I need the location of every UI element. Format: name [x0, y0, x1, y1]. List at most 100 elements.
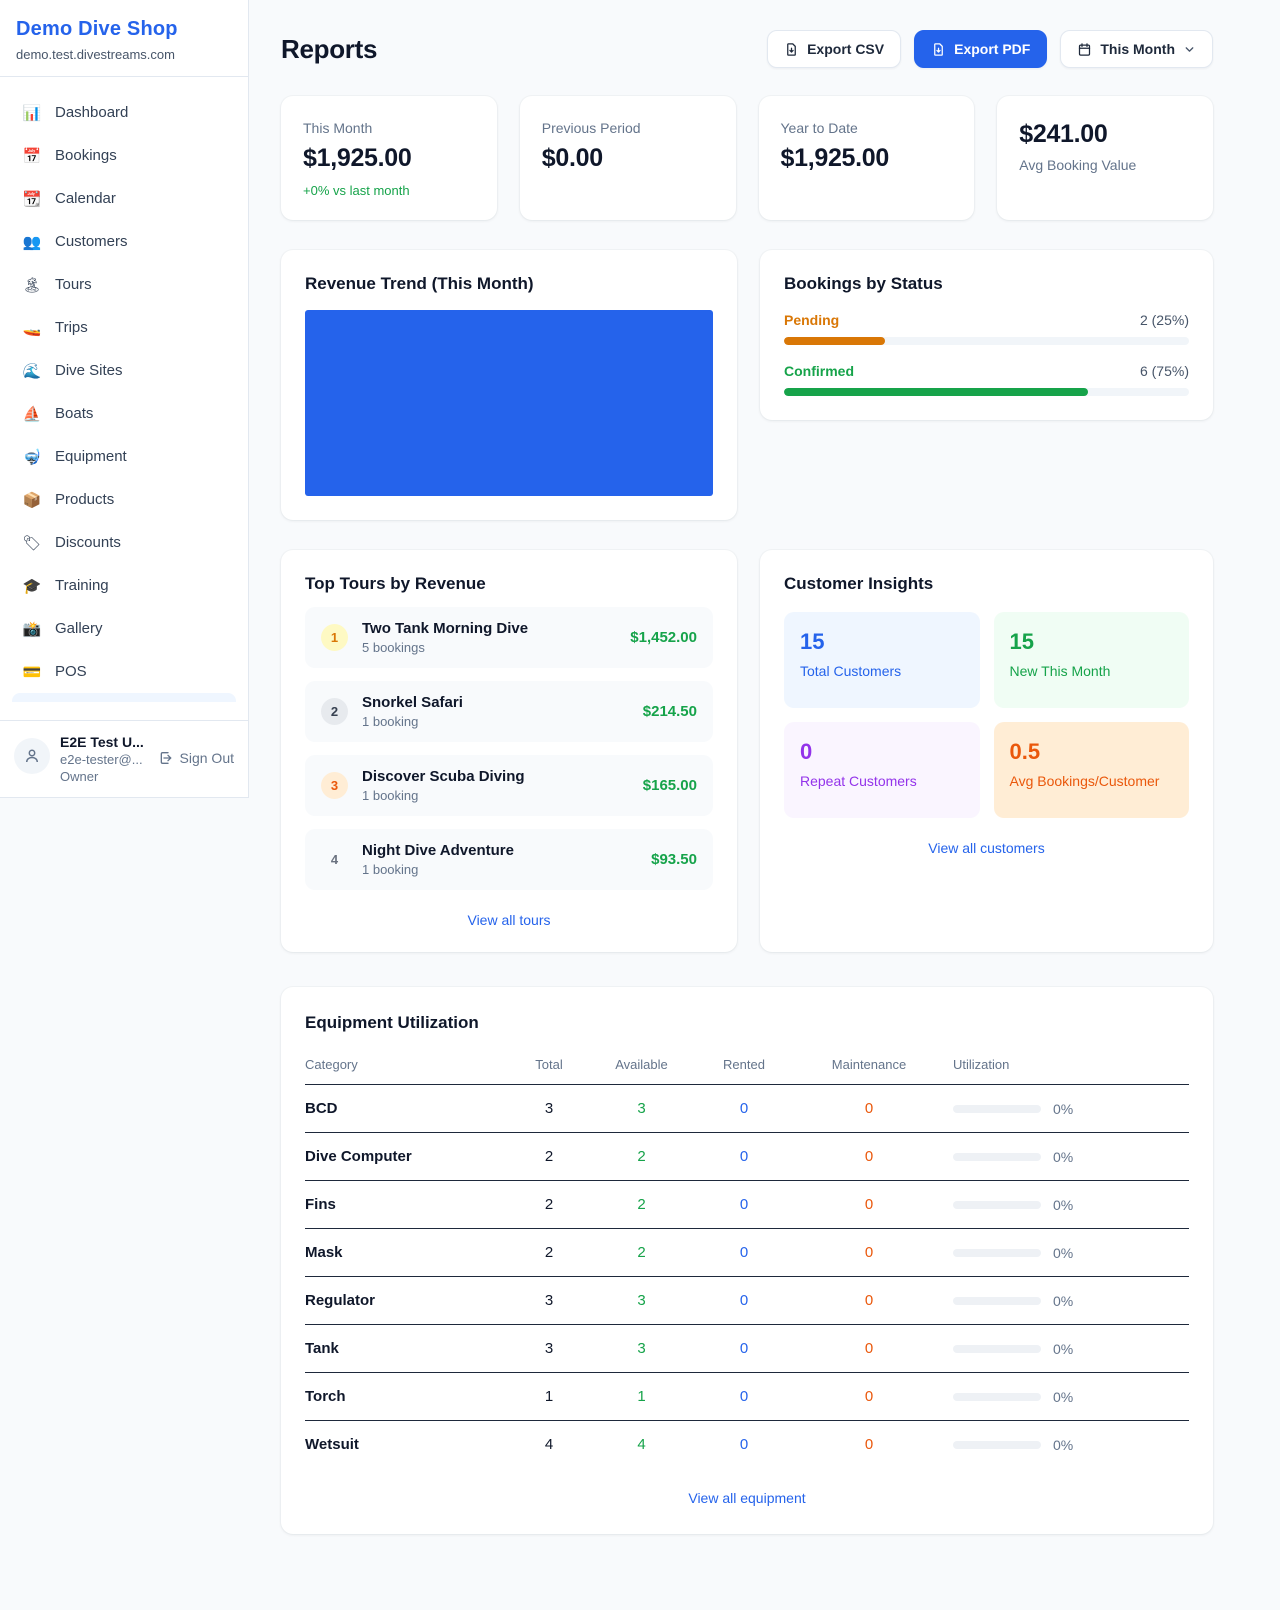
tour-revenue: $214.50	[643, 703, 697, 720]
export-csv-button[interactable]: Export CSV	[767, 30, 901, 68]
avatar	[14, 738, 50, 774]
insight-tile-new-this-month: 15 New This Month	[994, 612, 1190, 708]
sidebar-item-label: Tours	[55, 276, 92, 293]
insight-value: 15	[800, 629, 964, 655]
sign-out-label: Sign Out	[180, 750, 234, 766]
shop-name: Demo Dive Shop	[16, 18, 232, 41]
sign-out-button[interactable]: Sign Out	[158, 750, 234, 766]
tour-bookings: 1 booking	[362, 862, 637, 877]
sidebar-item-discounts[interactable]: 🏷 Discounts	[10, 521, 238, 564]
utilization-pct: 0%	[1053, 1437, 1073, 1453]
revenue-trend-card: Revenue Trend (This Month)	[281, 250, 737, 520]
credit-card-icon: 💳	[22, 663, 42, 681]
cell-category: BCD	[305, 1100, 504, 1117]
col-available: Available	[594, 1057, 689, 1072]
equipment-utilization-card: Equipment Utilization Category Total Ava…	[281, 987, 1213, 1534]
sidebar-item-tours[interactable]: 🏝 Tours	[10, 263, 238, 306]
sidebar-item-calendar[interactable]: 📆 Calendar	[10, 177, 238, 220]
user-email: e2e-tester@...	[60, 752, 148, 767]
status-row-pending: Pending 2 (25%)	[784, 312, 1189, 345]
tour-row: 3 Discover Scuba Diving 1 booking $165.0…	[305, 755, 713, 816]
view-all-equipment-link[interactable]: View all equipment	[305, 1490, 1189, 1506]
table-row: Fins 2 2 0 0 0%	[305, 1181, 1189, 1229]
utilization-bar	[953, 1201, 1041, 1209]
utilization-bar	[953, 1297, 1041, 1305]
charts-row: Revenue Trend (This Month) Bookings by S…	[281, 250, 1213, 520]
period-select[interactable]: This Month	[1060, 30, 1213, 68]
insight-value: 15	[1010, 629, 1174, 655]
customer-insights-card: Customer Insights 15 Total Customers 15 …	[760, 550, 1213, 952]
cell-total: 3	[504, 1340, 594, 1357]
camera-icon: 📸	[22, 620, 42, 638]
cell-maintenance: 0	[799, 1292, 939, 1309]
package-icon: 📦	[22, 491, 42, 509]
wave-icon: 🌊	[22, 362, 42, 380]
status-progress-track	[784, 337, 1189, 345]
top-tours-card: Top Tours by Revenue 1 Two Tank Morning …	[281, 550, 737, 952]
sidebar-item-training[interactable]: 🎓 Training	[10, 564, 238, 607]
sidebar-item-gallery[interactable]: 📸 Gallery	[10, 607, 238, 650]
insight-label: New This Month	[1010, 663, 1174, 679]
utilization-pct: 0%	[1053, 1149, 1073, 1165]
table-row: BCD 3 3 0 0 0%	[305, 1085, 1189, 1133]
stat-card-year-to-date: Year to Date $1,925.00	[759, 96, 975, 220]
sidebar-item-label: Bookings	[55, 147, 117, 164]
revenue-trend-title: Revenue Trend (This Month)	[305, 274, 713, 294]
status-label: Confirmed	[784, 363, 854, 379]
tour-name: Discover Scuba Diving	[362, 768, 629, 785]
people-icon: 👥	[22, 233, 42, 251]
cell-available: 3	[594, 1340, 689, 1357]
utilization-pct: 0%	[1053, 1197, 1073, 1213]
col-total: Total	[504, 1057, 594, 1072]
col-rented: Rented	[689, 1057, 799, 1072]
page-header: Reports Export CSV Export PDF	[281, 30, 1213, 68]
view-all-tours-link[interactable]: View all tours	[305, 912, 713, 928]
stat-label: Avg Booking Value	[1019, 157, 1191, 173]
tour-bookings: 5 bookings	[362, 640, 616, 655]
bookings-by-status-title: Bookings by Status	[784, 274, 1189, 294]
cell-rented: 0	[689, 1340, 799, 1357]
stat-label: This Month	[303, 120, 475, 136]
sidebar-item-products[interactable]: 📦 Products	[10, 478, 238, 521]
sidebar-item-bookings[interactable]: 📅 Bookings	[10, 134, 238, 177]
rank-badge: 4	[321, 846, 348, 873]
sidebar-item-dive-sites[interactable]: 🌊 Dive Sites	[10, 349, 238, 392]
status-progress-fill	[784, 388, 1088, 396]
table-header-row: Category Total Available Rented Maintena…	[305, 1047, 1189, 1085]
cell-maintenance: 0	[799, 1244, 939, 1261]
view-all-customers-link[interactable]: View all customers	[784, 840, 1189, 856]
status-progress-track	[784, 388, 1189, 396]
sidebar-item-dashboard[interactable]: 📊 Dashboard	[10, 91, 238, 134]
table-row: Dive Computer 2 2 0 0 0%	[305, 1133, 1189, 1181]
export-pdf-button[interactable]: Export PDF	[914, 30, 1047, 68]
cell-category: Regulator	[305, 1292, 504, 1309]
sidebar-item-equipment[interactable]: 🤿 Equipment	[10, 435, 238, 478]
tour-revenue: $165.00	[643, 777, 697, 794]
sidebar-item-pos[interactable]: 💳 POS	[10, 650, 238, 693]
customer-insights-title: Customer Insights	[784, 574, 1189, 594]
insight-tile-repeat-customers: 0 Repeat Customers	[784, 722, 980, 818]
speedboat-icon: 🚤	[22, 319, 42, 337]
tour-revenue: $93.50	[651, 851, 697, 868]
sidebar-item-trips[interactable]: 🚤 Trips	[10, 306, 238, 349]
tour-row: 1 Two Tank Morning Dive 5 bookings $1,45…	[305, 607, 713, 668]
tag-icon: 🏷	[22, 534, 42, 552]
equipment-table: Category Total Available Rented Maintena…	[305, 1047, 1189, 1468]
stat-value: $241.00	[1019, 120, 1191, 149]
sidebar-item-boats[interactable]: ⛵ Boats	[10, 392, 238, 435]
sidebar-user-footer: E2E Test U... e2e-tester@... Owner Sign …	[0, 720, 248, 797]
sidebar-item-label: POS	[55, 663, 87, 680]
status-count: 2 (25%)	[1140, 312, 1189, 328]
export-pdf-label: Export PDF	[954, 41, 1030, 57]
tours-insights-row: Top Tours by Revenue 1 Two Tank Morning …	[281, 550, 1213, 952]
cell-total: 2	[504, 1148, 594, 1165]
sidebar: Demo Dive Shop demo.test.divestreams.com…	[0, 0, 249, 798]
sidebar-item-reports-partial[interactable]	[12, 693, 236, 702]
sidebar-item-customers[interactable]: 👥 Customers	[10, 220, 238, 263]
chevron-down-icon	[1183, 43, 1196, 56]
stat-value: $0.00	[542, 144, 714, 173]
cell-rented: 0	[689, 1196, 799, 1213]
status-label: Pending	[784, 312, 839, 328]
sidebar-nav: 📊 Dashboard 📅 Bookings 📆 Calendar 👥 Cust…	[0, 77, 248, 720]
export-csv-label: Export CSV	[807, 41, 884, 57]
